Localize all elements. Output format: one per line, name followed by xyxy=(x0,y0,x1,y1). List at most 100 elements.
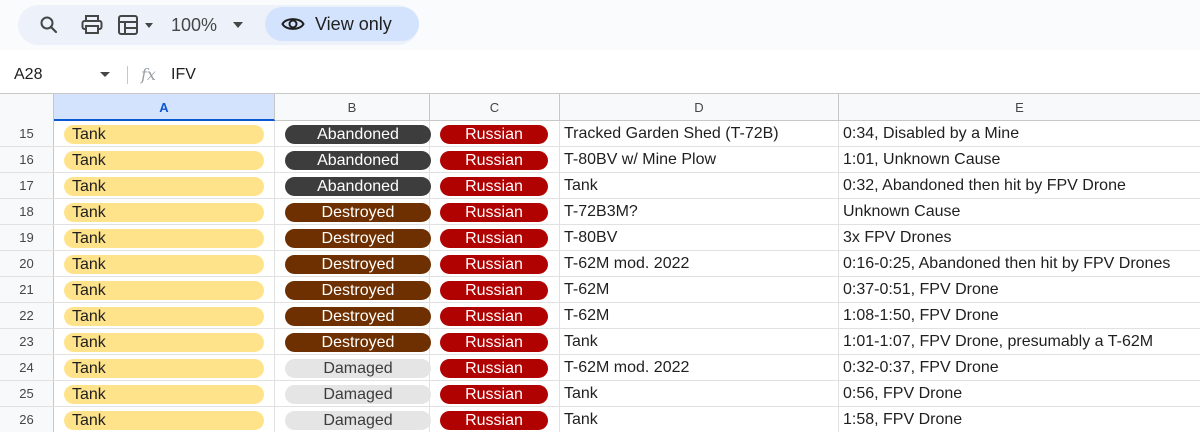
cell-c[interactable]: Russian xyxy=(430,277,560,302)
cell-c[interactable]: Russian xyxy=(430,407,560,432)
cell-a[interactable]: Tank xyxy=(54,173,275,198)
side-chip: Russian xyxy=(440,125,548,144)
row-number[interactable]: 22 xyxy=(0,303,54,328)
column-header-d[interactable]: D xyxy=(560,94,839,121)
select-all-corner[interactable] xyxy=(0,94,54,121)
spreadsheet-grid[interactable]: A B C D E 15 Tank Abandoned Russian Tracked … xyxy=(0,93,1200,432)
row-number[interactable]: 21 xyxy=(0,277,54,302)
table-row: 23 Tank Destroyed Russian Tank 1:01-1:07, FPV… xyxy=(0,329,1200,355)
cell-b[interactable]: Damaged xyxy=(275,381,431,406)
view-only-button[interactable]: View only xyxy=(265,7,419,41)
cell-d[interactable]: T-62M xyxy=(560,303,839,328)
status-chip: Destroyed xyxy=(285,307,431,326)
cell-d[interactable]: Tank xyxy=(560,173,839,198)
cell-e[interactable]: 0:37-0:51, FPV Drone xyxy=(839,277,1200,302)
cell-b[interactable]: Destroyed xyxy=(275,225,431,250)
cell-b[interactable]: Abandoned xyxy=(275,121,431,146)
status-chip: Damaged xyxy=(285,411,431,430)
row-number[interactable]: 15 xyxy=(0,121,54,146)
row-number[interactable]: 25 xyxy=(0,381,54,406)
print-icon[interactable] xyxy=(78,5,106,45)
row-number[interactable]: 23 xyxy=(0,329,54,354)
cell-d[interactable]: Tank xyxy=(560,407,839,432)
cell-a[interactable]: Tank xyxy=(54,225,275,250)
cell-c[interactable]: Russian xyxy=(430,147,560,172)
column-header-e[interactable]: E xyxy=(839,94,1200,121)
cell-d[interactable]: T-72B3M? xyxy=(560,199,839,224)
cell-d[interactable]: Tank xyxy=(560,329,839,354)
cell-a[interactable]: Tank xyxy=(54,381,275,406)
cell-c[interactable]: Russian xyxy=(430,173,560,198)
cell-d[interactable]: Tank xyxy=(560,381,839,406)
cell-e[interactable]: 0:16-0:25, Abandoned then hit by FPV Dro… xyxy=(839,251,1200,276)
cell-b[interactable]: Abandoned xyxy=(275,147,431,172)
column-header-b[interactable]: B xyxy=(275,94,430,121)
cell-c[interactable]: Russian xyxy=(430,381,560,406)
row-number[interactable]: 19 xyxy=(0,225,54,250)
cell-e[interactable]: 1:08-1:50, FPV Drone xyxy=(839,303,1200,328)
cell-c[interactable]: Russian xyxy=(430,225,560,250)
formula-input[interactable]: IFV xyxy=(171,58,196,92)
paint-format-icon[interactable] xyxy=(116,5,158,45)
cell-b[interactable]: Damaged xyxy=(275,407,431,432)
cell-c[interactable]: Russian xyxy=(430,251,560,276)
cell-a[interactable]: Tank xyxy=(54,147,275,172)
row-number[interactable]: 20 xyxy=(0,251,54,276)
row-number[interactable]: 24 xyxy=(0,355,54,380)
cell-a[interactable]: Tank xyxy=(54,329,275,354)
cell-d[interactable]: T-62M mod. 2022 xyxy=(560,355,839,380)
cell-a[interactable]: Tank xyxy=(54,407,275,432)
cell-e[interactable]: 1:58, FPV Drone xyxy=(839,407,1200,432)
column-header-a[interactable]: A xyxy=(54,94,275,121)
search-icon[interactable] xyxy=(36,5,62,45)
type-chip: Tank xyxy=(64,411,264,430)
notes-text: 0:34, Disabled by a Mine xyxy=(843,125,1020,142)
cell-d[interactable]: Tracked Garden Shed (T-72B) xyxy=(560,121,839,146)
cell-c[interactable]: Russian xyxy=(430,303,560,328)
cell-e[interactable]: 0:34, Disabled by a Mine xyxy=(839,121,1200,146)
cell-e[interactable]: 0:32-0:37, FPV Drone xyxy=(839,355,1200,380)
row-number[interactable]: 17 xyxy=(0,173,54,198)
model-text: T-62M mod. 2022 xyxy=(564,359,690,376)
cell-e[interactable]: 0:56, FPV Drone xyxy=(839,381,1200,406)
cell-b[interactable]: Destroyed xyxy=(275,303,431,328)
cell-d[interactable]: T-80BV xyxy=(560,225,839,250)
status-chip: Damaged xyxy=(285,385,431,404)
cell-b[interactable]: Destroyed xyxy=(275,251,431,276)
cell-b[interactable]: Destroyed xyxy=(275,329,431,354)
cell-c[interactable]: Russian xyxy=(430,199,560,224)
type-chip: Tank xyxy=(64,359,264,378)
name-box[interactable]: A28 xyxy=(14,58,42,92)
cell-c[interactable]: Russian xyxy=(430,355,560,380)
cell-d[interactable]: T-80BV w/ Mine Plow xyxy=(560,147,839,172)
cell-b[interactable]: Damaged xyxy=(275,355,431,380)
cell-a[interactable]: Tank xyxy=(54,199,275,224)
cell-b[interactable]: Destroyed xyxy=(275,199,431,224)
name-box-dropdown-icon[interactable] xyxy=(100,72,110,77)
cell-b[interactable]: Abandoned xyxy=(275,173,431,198)
row-number[interactable]: 26 xyxy=(0,407,54,432)
cell-c[interactable]: Russian xyxy=(430,121,560,146)
cell-e[interactable]: Unknown Cause xyxy=(839,199,1200,224)
row-number[interactable]: 18 xyxy=(0,199,54,224)
model-text: T-72B3M? xyxy=(564,203,638,220)
cell-c[interactable]: Russian xyxy=(430,329,560,354)
cell-b[interactable]: Destroyed xyxy=(275,277,431,302)
row-number[interactable]: 16 xyxy=(0,147,54,172)
cell-a[interactable]: Tank xyxy=(54,355,275,380)
cell-e[interactable]: 1:01-1:07, FPV Drone, presumably a T-62M xyxy=(839,329,1200,354)
column-header-c[interactable]: C xyxy=(430,94,560,121)
notes-text: 1:08-1:50, FPV Drone xyxy=(843,307,999,324)
cell-a[interactable]: Tank xyxy=(54,251,275,276)
zoom-level[interactable]: 100% xyxy=(171,5,217,45)
cell-e[interactable]: 3x FPV Drones xyxy=(839,225,1200,250)
cell-a[interactable]: Tank xyxy=(54,277,275,302)
formula-bar-divider xyxy=(127,66,128,84)
cell-d[interactable]: T-62M mod. 2022 xyxy=(560,251,839,276)
cell-e[interactable]: 1:01, Unknown Cause xyxy=(839,147,1200,172)
cell-a[interactable]: Tank xyxy=(54,303,275,328)
zoom-dropdown-icon[interactable] xyxy=(228,5,248,45)
cell-d[interactable]: T-62M xyxy=(560,277,839,302)
cell-a[interactable]: Tank xyxy=(54,121,275,146)
cell-e[interactable]: 0:32, Abandoned then hit by FPV Drone xyxy=(839,173,1200,198)
